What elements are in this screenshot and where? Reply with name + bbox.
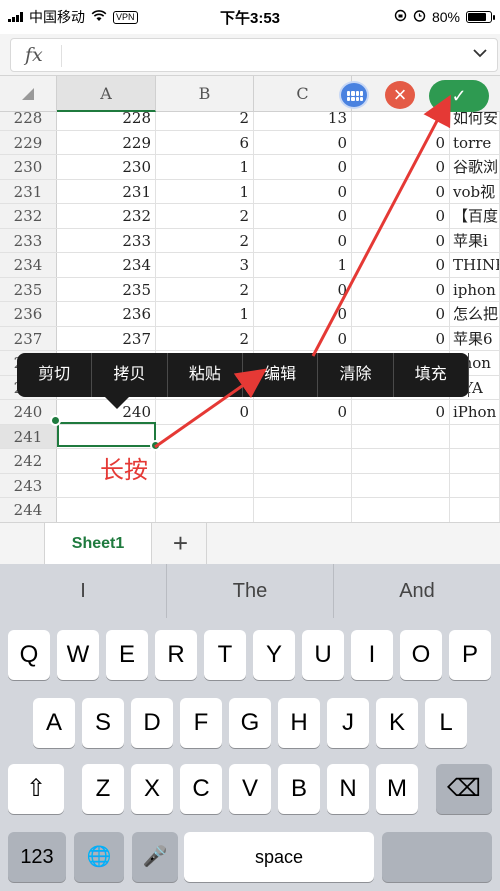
key-i[interactable]: I (351, 630, 393, 680)
key-w[interactable]: W (57, 630, 99, 680)
key-z[interactable]: Z (82, 764, 124, 814)
shift-key[interactable]: ⇧ (8, 764, 64, 814)
microphone-icon[interactable]: 🎤 (132, 832, 178, 882)
numbers-key[interactable]: 123 (8, 832, 66, 882)
space-key[interactable]: space (184, 832, 374, 882)
key-q[interactable]: Q (8, 630, 50, 680)
key-m[interactable]: M (376, 764, 418, 814)
return-key[interactable] (382, 832, 492, 882)
key-k[interactable]: K (376, 698, 418, 748)
delete-key[interactable]: ⌫ (436, 764, 492, 814)
sheet-tab-bar: Sheet1 + (0, 522, 500, 565)
key-e[interactable]: E (106, 630, 148, 680)
arrow-to-edit (154, 368, 267, 449)
suggestion-2[interactable]: The (167, 564, 334, 618)
key-t[interactable]: T (204, 630, 246, 680)
predictive-bar: I The And (0, 564, 500, 618)
key-c[interactable]: C (180, 764, 222, 814)
key-v[interactable]: V (229, 764, 271, 814)
key-y[interactable]: Y (253, 630, 295, 680)
suggestion-3[interactable]: And (334, 564, 500, 618)
key-u[interactable]: U (302, 630, 344, 680)
key-b[interactable]: B (278, 764, 320, 814)
arrow-to-confirm (311, 94, 451, 357)
key-o[interactable]: O (400, 630, 442, 680)
key-l[interactable]: L (425, 698, 467, 748)
key-d[interactable]: D (131, 698, 173, 748)
key-r[interactable]: R (155, 630, 197, 680)
key-f[interactable]: F (180, 698, 222, 748)
key-j[interactable]: J (327, 698, 369, 748)
key-n[interactable]: N (327, 764, 369, 814)
key-p[interactable]: P (449, 630, 491, 680)
annotation-long-press: 长按 (100, 456, 148, 484)
keyboard: Q W E R T Y U I O P A S D F G H J K L ⇧ … (0, 618, 500, 891)
add-sheet-button[interactable]: + (155, 523, 207, 565)
key-h[interactable]: H (278, 698, 320, 748)
suggestion-1[interactable]: I (0, 564, 167, 618)
tab-sheet1[interactable]: Sheet1 (44, 523, 152, 565)
globe-icon[interactable]: 🌐 (74, 832, 124, 882)
key-a[interactable]: A (33, 698, 75, 748)
key-x[interactable]: X (131, 764, 173, 814)
key-s[interactable]: S (82, 698, 124, 748)
key-g[interactable]: G (229, 698, 271, 748)
